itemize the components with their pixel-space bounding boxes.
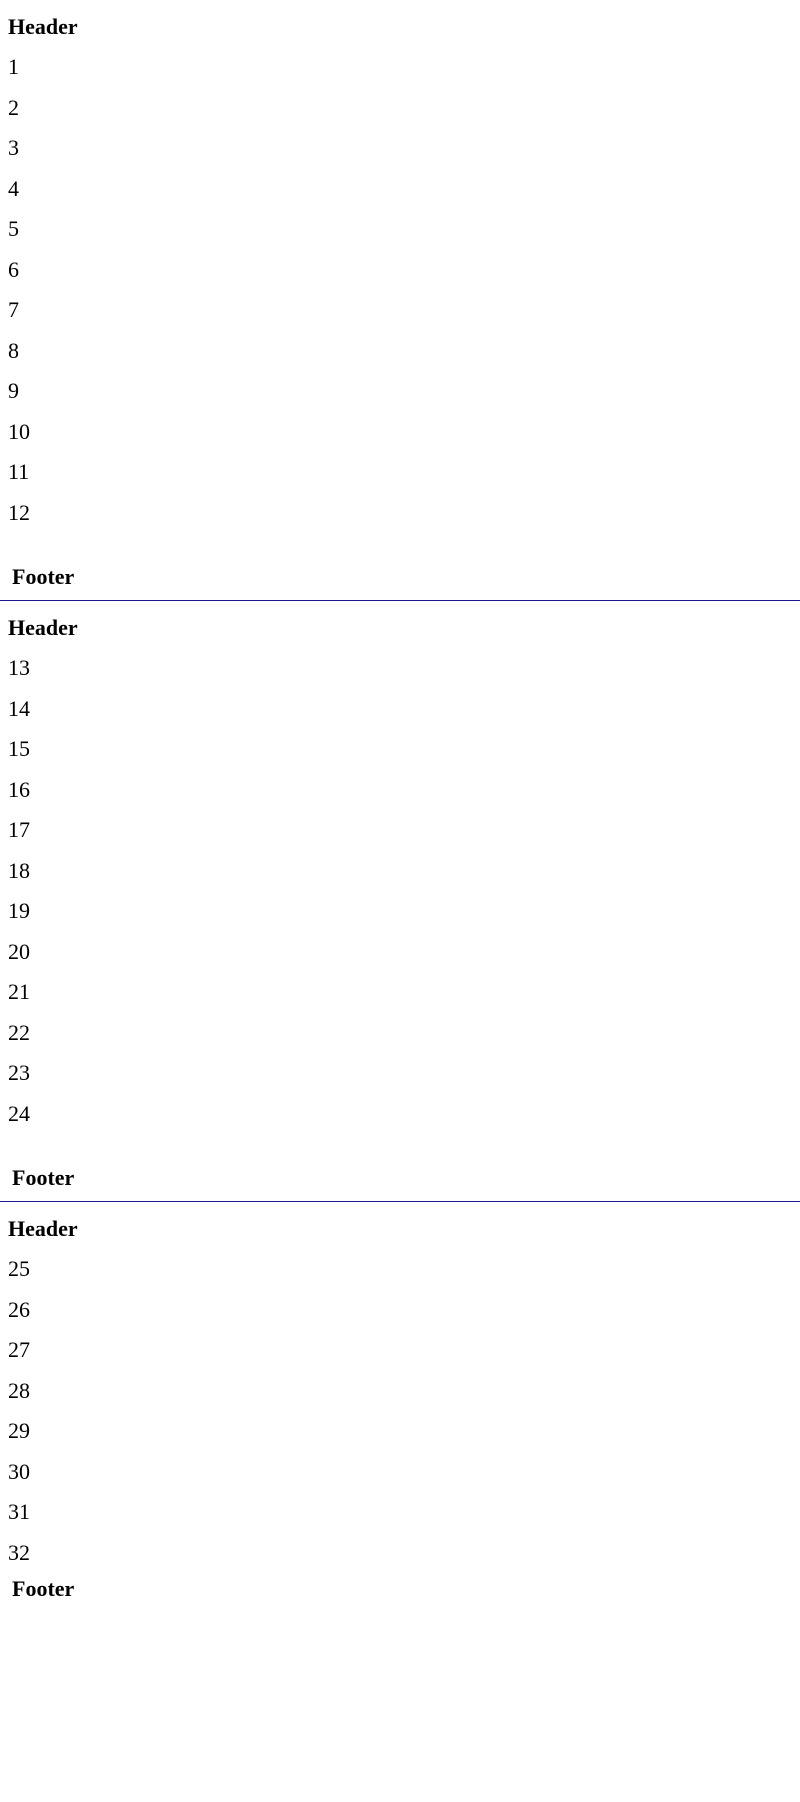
list-item: 29 — [8, 1418, 30, 1443]
list-item: 9 — [8, 378, 19, 403]
list-item: 32 — [8, 1539, 30, 1565]
list-item: 10 — [8, 418, 30, 444]
number-list: 25 26 27 28 29 30 31 32 — [8, 1255, 30, 1579]
list-item: 18 — [8, 857, 30, 883]
list-item: 16 — [8, 776, 30, 802]
list-item: 19 — [8, 898, 30, 923]
list-item: 25 — [8, 1256, 30, 1281]
page-section-2: Header 13 14 15 16 17 18 19 20 21 22 23 … — [0, 601, 800, 1202]
list-item: 26 — [8, 1296, 30, 1322]
list-item: 15 — [8, 736, 30, 761]
list-item: 12 — [8, 499, 30, 525]
list-item: 1 — [8, 54, 19, 79]
page-section-1: Header 1 2 3 4 5 6 7 8 9 10 11 12 Footer — [0, 0, 800, 601]
list-item: 7 — [8, 297, 19, 322]
section-footer: Footer — [12, 1576, 75, 1601]
list-item: 11 — [8, 459, 30, 484]
list-item: 13 — [8, 655, 30, 680]
list-item: 20 — [8, 938, 30, 964]
list-item: 17 — [8, 817, 30, 842]
number-list: 13 14 15 16 17 18 19 20 21 22 23 24 — [8, 654, 30, 1140]
list-item: 6 — [8, 256, 19, 282]
document: Header 1 2 3 4 5 6 7 8 9 10 11 12 Footer… — [0, 0, 800, 1802]
list-item: 23 — [8, 1060, 30, 1085]
section-footer: Footer — [12, 1165, 75, 1190]
list-item: 2 — [8, 94, 19, 120]
list-item: 21 — [8, 979, 30, 1004]
section-header: Header — [8, 1216, 78, 1241]
list-item: 28 — [8, 1377, 30, 1403]
list-item: 5 — [8, 216, 19, 241]
section-header: Header — [8, 615, 78, 640]
list-item: 8 — [8, 337, 19, 363]
list-item: 22 — [8, 1019, 30, 1045]
list-item: 31 — [8, 1499, 30, 1524]
page-section-3: Header 25 26 27 28 29 30 31 32 Footer — [0, 1202, 800, 1802]
list-item: 3 — [8, 135, 19, 160]
number-list: 1 2 3 4 5 6 7 8 9 10 11 12 — [8, 53, 30, 539]
list-item: 14 — [8, 695, 30, 721]
section-header: Header — [8, 14, 78, 39]
list-item: 4 — [8, 175, 19, 201]
list-item: 24 — [8, 1100, 30, 1126]
list-item: 27 — [8, 1337, 30, 1362]
section-footer: Footer — [12, 564, 75, 589]
list-item: 30 — [8, 1458, 30, 1484]
